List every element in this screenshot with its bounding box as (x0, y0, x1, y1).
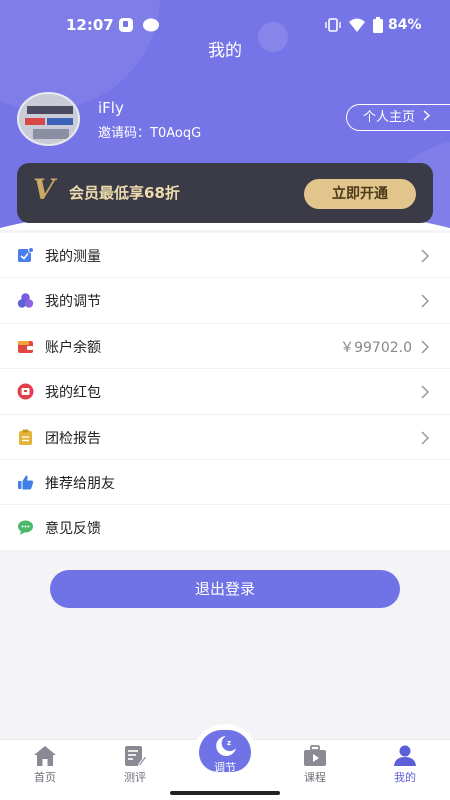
vip-promo-text: 会员最低享68折 (69, 184, 180, 202)
chevron-right-icon (418, 293, 432, 308)
measure-icon (17, 247, 34, 264)
red-packet-icon (17, 383, 34, 400)
course-icon (303, 745, 327, 767)
menu-item-measure[interactable]: 我的测量 (0, 233, 450, 279)
menu-item-label: 推荐给朋友 (45, 475, 115, 492)
menu-item-label: 意见反馈 (45, 521, 101, 538)
username: iFly (98, 99, 124, 117)
menu-item-group-report[interactable]: 团检报告 (0, 415, 450, 460)
assessment-icon (123, 745, 148, 767)
tab-label: 首页 (34, 771, 56, 784)
page-title: 我的 (208, 41, 242, 61)
battery-icon (372, 17, 384, 37)
tab-label: 课程 (304, 771, 326, 784)
logout-button[interactable]: 退出登录 (50, 570, 400, 608)
menu-item-balance[interactable]: 账户余额 ￥99702.0 (0, 324, 450, 370)
menu-item-adjust[interactable]: 我的调节 (0, 278, 450, 324)
home-indicator-bar[interactable] (170, 791, 280, 795)
vip-card[interactable]: V 会员最低享68折 立即开通 (17, 163, 433, 223)
balance-amount: ￥99702.0 (340, 339, 412, 356)
notification-icon (118, 17, 134, 37)
vip-logo: V (33, 173, 55, 206)
menu-item-label: 团检报告 (45, 430, 101, 447)
adjust-icon (17, 292, 34, 309)
feedback-icon (17, 519, 34, 536)
moon-icon: z (212, 734, 238, 762)
home-indicator (0, 787, 450, 800)
tab-mine[interactable]: 我的 (370, 740, 440, 788)
menu-item-label: 我的测量 (45, 249, 101, 265)
report-icon (17, 429, 34, 446)
chevron-right-icon (418, 430, 432, 445)
menu-item-red-packet[interactable]: 我的红包 (0, 369, 450, 415)
user-icon (393, 745, 417, 767)
invite-code: 邀请码：T0AoqG (98, 126, 202, 141)
svg-text:z: z (227, 739, 231, 747)
tab-adjust[interactable]: z 调节 (192, 724, 258, 790)
chevron-right-icon (423, 110, 431, 125)
tab-home[interactable]: 首页 (10, 740, 80, 788)
avatar[interactable] (17, 92, 80, 146)
home-icon (33, 745, 57, 767)
tab-course[interactable]: 课程 (280, 740, 350, 788)
menu-item-label: 我的红包 (45, 385, 101, 402)
wifi-icon (348, 17, 366, 37)
vibrate-icon (324, 17, 342, 37)
tab-label: 我的 (394, 771, 416, 784)
menu-item-feedback[interactable]: 意见反馈 (0, 505, 450, 551)
vip-activate-button[interactable]: 立即开通 (304, 179, 416, 209)
chevron-right-icon (418, 339, 432, 354)
menu-item-label: 我的调节 (45, 294, 101, 311)
chat-bubble-icon (142, 17, 160, 37)
profile-page-label: 个人主页 (363, 110, 416, 125)
tab-label: 调节 (214, 761, 236, 774)
menu-list: 我的测量 我的调节 账户余额 ￥99702.0 我的红包 团检报告 推荐给朋友 … (0, 233, 450, 551)
menu-item-label: 账户余额 (45, 339, 101, 356)
wallet-icon (17, 338, 34, 355)
chevron-right-icon (418, 248, 432, 263)
status-time: 12:07 (66, 16, 114, 34)
thumbs-up-icon (17, 474, 34, 491)
battery-level: 84% (388, 17, 422, 33)
chevron-right-icon (418, 384, 432, 399)
tab-assessment[interactable]: 测评 (100, 740, 170, 788)
profile-page-button[interactable]: 个人主页 (346, 104, 450, 131)
menu-item-recommend[interactable]: 推荐给朋友 (0, 460, 450, 506)
tab-label: 测评 (124, 771, 146, 784)
